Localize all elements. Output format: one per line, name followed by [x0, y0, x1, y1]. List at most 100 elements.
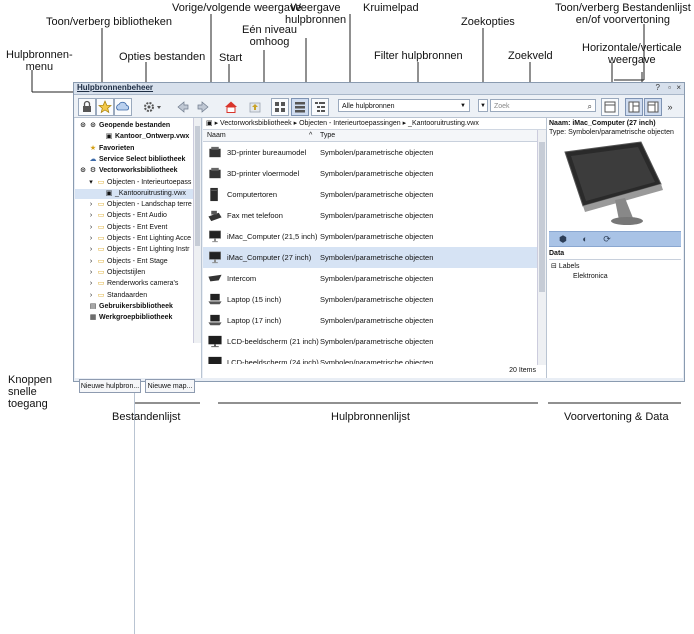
- overflow-chevron-icon[interactable]: »: [664, 98, 676, 116]
- file-tree-label: Renderworks camera's: [107, 280, 179, 288]
- file-tree-item[interactable]: ⊙ ⊙ Geopende bestanden: [75, 121, 193, 131]
- resource-row[interactable]: Laptop (15 inch) Symbolen/parametrische o…: [203, 289, 538, 310]
- view-list-button[interactable]: [291, 98, 309, 116]
- up-one-level-button[interactable]: [246, 98, 264, 116]
- file-tree-item[interactable]: ▦ Werkgroepbibliotheek: [75, 313, 193, 323]
- scrollbar-thumb[interactable]: [539, 142, 545, 292]
- file-tree-item[interactable]: › ▭ Objectstijlen: [75, 268, 193, 278]
- resources-menu-button[interactable]: [78, 98, 96, 116]
- help-button[interactable]: ?: [656, 83, 660, 92]
- new-folder-button[interactable]: Nieuwe map...: [145, 379, 195, 393]
- toggle-libraries-button[interactable]: [114, 98, 132, 116]
- toggle-favorites-button[interactable]: [96, 98, 114, 116]
- resource-row[interactable]: Laptop (17 inch) Symbolen/parametrische o…: [203, 310, 538, 331]
- expand-toggle-icon[interactable]: ›: [87, 200, 95, 210]
- expand-toggle-icon[interactable]: ▾: [87, 178, 95, 188]
- undock-button[interactable]: ▫: [668, 83, 671, 92]
- file-tree-item[interactable]: ▣ Kantoor_Ontwerp.vwx: [75, 132, 193, 142]
- file-icon: ▣: [105, 133, 113, 141]
- search-options-button[interactable]: ▼: [478, 99, 488, 112]
- file-tree-item[interactable]: ▾ ▭ Objecten - Interieurtoepass: [75, 178, 193, 188]
- file-tree-item[interactable]: › ▭ Objects - Ent Stage: [75, 257, 193, 267]
- file-tree-label: Objects - Ent Audio: [107, 212, 167, 220]
- toggle-preview-button[interactable]: [601, 98, 619, 116]
- resource-name: Computertoren: [227, 190, 278, 199]
- previous-view-button[interactable]: [174, 98, 192, 116]
- file-tree-item[interactable]: › ▭ Objecten - Landschap terre: [75, 200, 193, 210]
- resource-row[interactable]: Computertoren Symbolen/parametrische obje…: [203, 184, 538, 205]
- file-tree-item[interactable]: › ▭ Renderworks camera's: [75, 279, 193, 289]
- breadcrumb-item[interactable]: Objecten - Interieurtoepassingen: [299, 120, 401, 127]
- expand-toggle-icon[interactable]: ⊙: [79, 121, 87, 131]
- resource-row[interactable]: LCD-beeldscherm (24 inch) Symbolen/parame…: [203, 352, 538, 364]
- file-list-scrollbar[interactable]: [193, 118, 201, 343]
- breadcrumb-item[interactable]: _Kantooruitrusting.vwx: [408, 120, 479, 127]
- resource-row[interactable]: Intercom Symbolen/parametrische objecten: [203, 268, 538, 289]
- resource-filter-select[interactable]: Alle hulpbronnen ▼: [338, 99, 470, 112]
- expand-toggle-icon[interactable]: ›: [87, 211, 95, 221]
- expand-toggle-icon[interactable]: ›: [87, 234, 95, 244]
- expand-toggle-icon[interactable]: ⊙: [79, 166, 87, 176]
- resource-type: Symbolen/parametrische objecten: [320, 232, 434, 241]
- resource-type: Symbolen/parametrische objecten: [320, 253, 434, 262]
- callout-zoekopties: Zoekopties: [461, 16, 515, 28]
- resource-row[interactable]: iMac_Computer (27 inch) Symbolen/parametr…: [203, 247, 538, 268]
- search-input[interactable]: Zoek ⌕: [490, 99, 596, 112]
- expand-toggle-icon[interactable]: ›: [87, 279, 95, 289]
- cloud-icon: [116, 101, 130, 111]
- expand-toggle-icon[interactable]: ›: [87, 245, 95, 255]
- breadcrumb-item[interactable]: Vectorworksbibliotheek: [220, 120, 292, 127]
- data-header: Data: [549, 249, 681, 260]
- toggle-file-list-button[interactable]: [625, 98, 643, 116]
- view-details-button[interactable]: [311, 98, 329, 116]
- file-tree-item[interactable]: ▤ Gebruikersbibliotheek: [75, 302, 193, 312]
- resource-row[interactable]: 3D-printer bureaumodel Symbolen/parametri…: [203, 142, 538, 163]
- quick-access-buttons: Nieuwe hulpbron... Nieuwe map...: [75, 377, 203, 397]
- file-tree-item[interactable]: › ▭ Standaarden: [75, 291, 193, 301]
- expand-toggle-icon[interactable]: ›: [87, 291, 95, 301]
- filter-value: Alle hulpbronnen: [342, 103, 395, 110]
- file-options-button[interactable]: [140, 98, 164, 116]
- file-tree-item[interactable]: › ▭ Objects - Ent Audio: [75, 211, 193, 221]
- file-tree-item[interactable]: ★ Favorieten: [75, 144, 193, 154]
- column-name[interactable]: Naam: [207, 130, 226, 141]
- star-icon: [98, 100, 112, 114]
- intercom-icon: [208, 274, 222, 282]
- file-tree-item[interactable]: ☁ Service Select bibliotheek: [75, 155, 193, 165]
- preview-data-pane: Naam: iMac_Computer (27 inch) Type: Symb…: [547, 118, 683, 378]
- file-list-pane: ⊙ ⊙ Geopende bestanden ▣ Kantoor_Ontwerp.vwx…: [75, 118, 202, 393]
- file-tree-label: Service Select bibliotheek: [99, 155, 186, 163]
- file-tree-label: Kantoor_Ontwerp.vwx: [115, 133, 190, 141]
- next-view-button[interactable]: [194, 98, 212, 116]
- resource-list-scrollbar[interactable]: [537, 130, 546, 365]
- file-tree-item[interactable]: ⊙ ⚙ Vectorworksbibliotheek: [75, 166, 193, 176]
- resource-name: 3D-printer bureaumodel: [227, 148, 307, 157]
- callout-line: hulpbronnen: [285, 14, 347, 26]
- resource-type: Symbolen/parametrische objecten: [320, 316, 434, 325]
- file-tree-item[interactable]: › ▭ Objects - Ent Lighting Instr: [75, 245, 193, 255]
- file-tree-label: Objects - Ent Lighting Instr: [107, 246, 190, 254]
- view-thumbnails-button[interactable]: [271, 98, 289, 116]
- expand-toggle-icon[interactable]: ›: [87, 257, 95, 267]
- new-resource-button[interactable]: Nieuwe hulpbron...: [79, 379, 141, 393]
- expand-toggle-icon[interactable]: ›: [87, 223, 95, 233]
- view-mode-icon[interactable]: ◐: [579, 233, 591, 245]
- scrollbar-thumb[interactable]: [195, 126, 200, 246]
- file-tree-item[interactable]: ▣ _Kantooruitrusting.vwx: [75, 188, 193, 199]
- render-mode-icon[interactable]: ⬢: [557, 233, 569, 245]
- file-tree-label: Objectstijlen: [107, 268, 146, 276]
- resource-row[interactable]: 3D-printer vloermodel Symbolen/parametris…: [203, 163, 538, 184]
- file-tree-item[interactable]: › ▭ Objects - Ent Lighting Acce: [75, 234, 193, 244]
- laptop-icon: [208, 293, 222, 305]
- file-tree-item[interactable]: › ▭ Objects - Ent Event: [75, 223, 193, 233]
- resource-row[interactable]: Fax met telefoon Symbolen/parametrische o…: [203, 205, 538, 226]
- home-button[interactable]: [222, 98, 240, 116]
- collapse-icon[interactable]: ⊟: [551, 263, 557, 270]
- column-type[interactable]: Type: [320, 130, 335, 141]
- horizontal-vertical-layout-button[interactable]: [644, 98, 662, 116]
- resource-row[interactable]: LCD-beeldscherm (21 inch) Symbolen/parame…: [203, 331, 538, 352]
- rotate-icon[interactable]: ⟳: [601, 233, 613, 245]
- expand-toggle-icon[interactable]: ›: [87, 268, 95, 278]
- close-button[interactable]: ×: [676, 83, 681, 92]
- resource-row[interactable]: iMac_Computer (21,5 inch) Symbolen/parame…: [203, 226, 538, 247]
